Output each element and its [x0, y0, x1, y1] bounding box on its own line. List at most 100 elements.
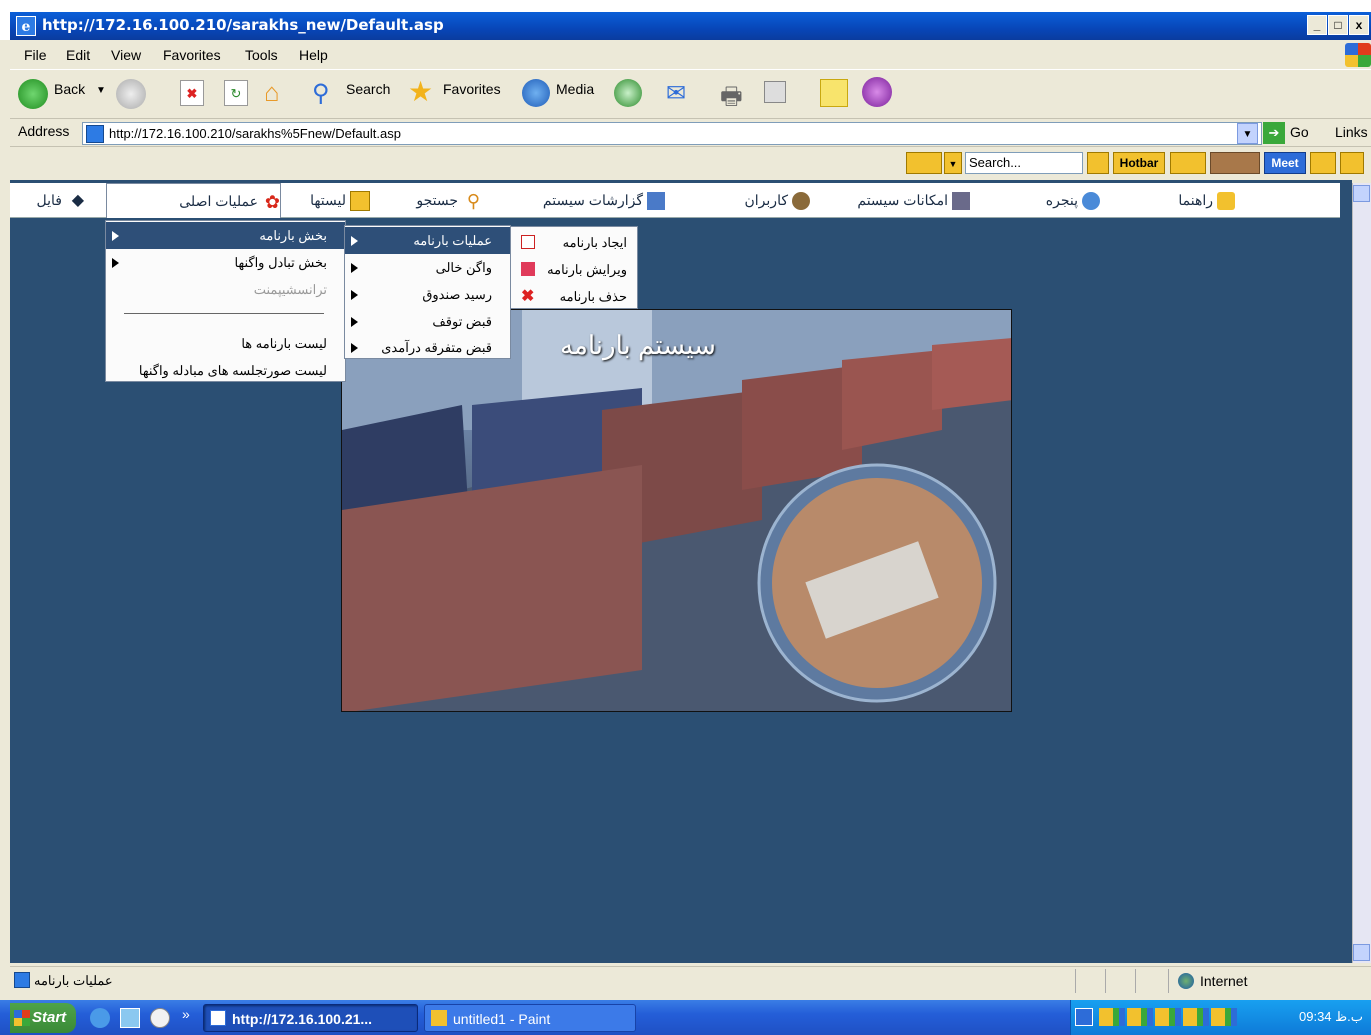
print-icon[interactable]: 🖶 [720, 79, 743, 120]
menu-view[interactable]: View [111, 47, 141, 63]
back-arrow-icon[interactable] [18, 79, 48, 109]
menu-item-create-bill[interactable]: ایجاد بارنامه [511, 229, 637, 256]
nav-help[interactable]: راهنما [1105, 183, 1235, 218]
nav-reports[interactable]: گزارشات سیستم [505, 183, 665, 218]
quicklaunch-more-icon[interactable]: » [182, 1006, 190, 1022]
messenger-icon[interactable] [862, 77, 892, 107]
close-button[interactable]: x [1349, 15, 1369, 35]
submenu-arrow-icon [112, 258, 119, 268]
menu-item-wagon-exchange[interactable]: بخش تبادل واگنها [106, 249, 345, 276]
address-input[interactable]: http://172.16.100.210/sarakhs%5Fnew/Defa… [82, 122, 1262, 145]
tools-icon [952, 192, 970, 211]
media-button-label[interactable]: Media [556, 81, 594, 97]
go-button[interactable]: Go [1290, 124, 1309, 140]
back-dropdown-icon[interactable]: ▼ [96, 85, 106, 96]
menu-item-delete-bill[interactable]: حذف بارنامه ✖ [511, 283, 637, 310]
smiley-icon[interactable] [1340, 152, 1364, 174]
menu-item-misc-income-bill[interactable]: قبض متفرقه درآمدی [345, 334, 510, 361]
meet-button[interactable]: Meet [1264, 152, 1306, 174]
windows-logo-icon [1345, 43, 1371, 67]
status-divider [1168, 969, 1169, 993]
chat-icon[interactable] [1310, 152, 1336, 174]
toolbar-search-icon[interactable] [1087, 152, 1109, 174]
container-4 [932, 338, 1011, 410]
links-button[interactable]: Links [1335, 124, 1368, 140]
history-icon[interactable] [614, 79, 642, 107]
nav-search-label: جستجو [416, 192, 458, 208]
menu-item-cash-receipt[interactable]: رسید صندوق [345, 281, 510, 308]
quicklaunch-ie-icon[interactable] [90, 1008, 110, 1028]
home-icon[interactable]: ⌂ [264, 77, 280, 108]
menu-item-bill-operations[interactable]: عملیات بارنامه [345, 227, 510, 254]
bill-section-menu: عملیات بارنامه واگن خالی رسید صندوق قبض … [344, 225, 511, 359]
nav-windows[interactable]: پنجره [1010, 183, 1100, 218]
menu-file[interactable]: File [24, 47, 47, 63]
menu-item-bill-section[interactable]: بخش بارنامه [106, 222, 345, 249]
avatar[interactable] [1210, 152, 1260, 174]
lists-icon [350, 191, 370, 212]
submenu-arrow-icon [351, 290, 358, 300]
mail-icon[interactable]: ✉ [666, 79, 686, 108]
page-scrollbar[interactable] [1352, 183, 1371, 963]
menu-tools[interactable]: Tools [245, 47, 278, 63]
create-icon [521, 235, 535, 249]
mail-toolbar-icon[interactable] [906, 152, 942, 174]
menu-item-exchange-minutes[interactable]: لیست صورتجلسه های مبادله واگنها [106, 357, 345, 384]
menu-item-label: واگن خالی [435, 260, 492, 275]
menu-item-demurrage-bill[interactable]: قبض توقف [345, 308, 510, 335]
nav-facilities[interactable]: امکانات سیستم [830, 183, 970, 218]
hotbar-button[interactable]: Hotbar [1113, 152, 1165, 174]
menu-separator [124, 313, 324, 314]
quicklaunch-media-icon[interactable] [150, 1008, 170, 1028]
language-icon[interactable] [1075, 1008, 1093, 1026]
train-illustration [342, 310, 1011, 711]
toolbar-dropdown-icon[interactable]: ▼ [944, 152, 962, 174]
ie-icon: e [16, 16, 36, 36]
favorites-star-icon[interactable]: ★ [408, 75, 433, 108]
nav-file[interactable]: ◆ فایل [24, 183, 84, 218]
menu-item-label: ایجاد بارنامه [562, 235, 627, 250]
task-browser[interactable]: http://172.16.100.21... [203, 1004, 418, 1032]
address-dropdown-icon[interactable]: ▼ [1237, 123, 1258, 144]
favorites-button-label[interactable]: Favorites [443, 81, 501, 97]
minimize-button[interactable]: _ [1307, 15, 1327, 35]
toolbar-search-input[interactable]: Search... [965, 152, 1083, 174]
system-tray: 09:34 ب.ظ [1070, 1000, 1371, 1035]
nav-main-ops[interactable]: ✿ عملیات اصلی [106, 183, 281, 218]
quicklaunch-desktop-icon[interactable] [120, 1008, 140, 1028]
forward-arrow-icon[interactable] [116, 79, 146, 109]
menu-item-label: قبض متفرقه درآمدی [381, 340, 492, 355]
go-arrow-icon[interactable]: ➔ [1263, 122, 1285, 144]
task-paint[interactable]: untitled1 - Paint [424, 1004, 636, 1032]
media-icon[interactable] [522, 79, 550, 107]
scroll-down-button[interactable] [1353, 944, 1370, 961]
menu-item-bill-list[interactable]: لیست بارنامه ها [106, 330, 345, 357]
search-button-label[interactable]: Search [346, 81, 390, 97]
refresh-icon[interactable]: ↻ [224, 80, 248, 106]
menu-help[interactable]: Help [299, 47, 328, 63]
tray-icons[interactable] [1099, 1008, 1239, 1026]
search-icon[interactable]: ⚲ [312, 79, 330, 108]
stop-icon[interactable]: ✖ [180, 80, 204, 106]
browser-toolbar: Back ▼ ✖ ↻ ⌂ ⚲ Search ★ Favorites Media … [10, 71, 1371, 119]
delete-icon: ✖ [521, 288, 535, 305]
edit-icon[interactable] [764, 81, 786, 103]
menu-item-label: عملیات بارنامه [413, 233, 492, 248]
menu-favorites[interactable]: Favorites [163, 47, 221, 63]
task-paint-label: untitled1 - Paint [453, 1011, 551, 1027]
window-title: http://172.16.100.210/sarakhs_new/Defaul… [42, 16, 444, 34]
menu-edit[interactable]: Edit [66, 47, 90, 63]
menu-item-edit-bill[interactable]: ویرایش بارنامه [511, 256, 637, 283]
scroll-up-button[interactable] [1353, 185, 1370, 202]
address-label: Address [18, 123, 70, 139]
nav-search[interactable]: ⚲ جستجو [390, 183, 480, 218]
menu-item-empty-wagon[interactable]: واگن خالی [345, 254, 510, 281]
back-button-label[interactable]: Back [54, 81, 85, 97]
magnifier-icon: ⚲ [466, 191, 480, 212]
discuss-icon[interactable] [820, 79, 848, 107]
nav-lists[interactable]: لیستها [280, 183, 370, 218]
maximize-button[interactable]: □ [1328, 15, 1348, 35]
crown-icon[interactable] [1170, 152, 1206, 174]
menu-item-label: قبض توقف [432, 314, 492, 329]
nav-users[interactable]: کاربران [710, 183, 810, 218]
